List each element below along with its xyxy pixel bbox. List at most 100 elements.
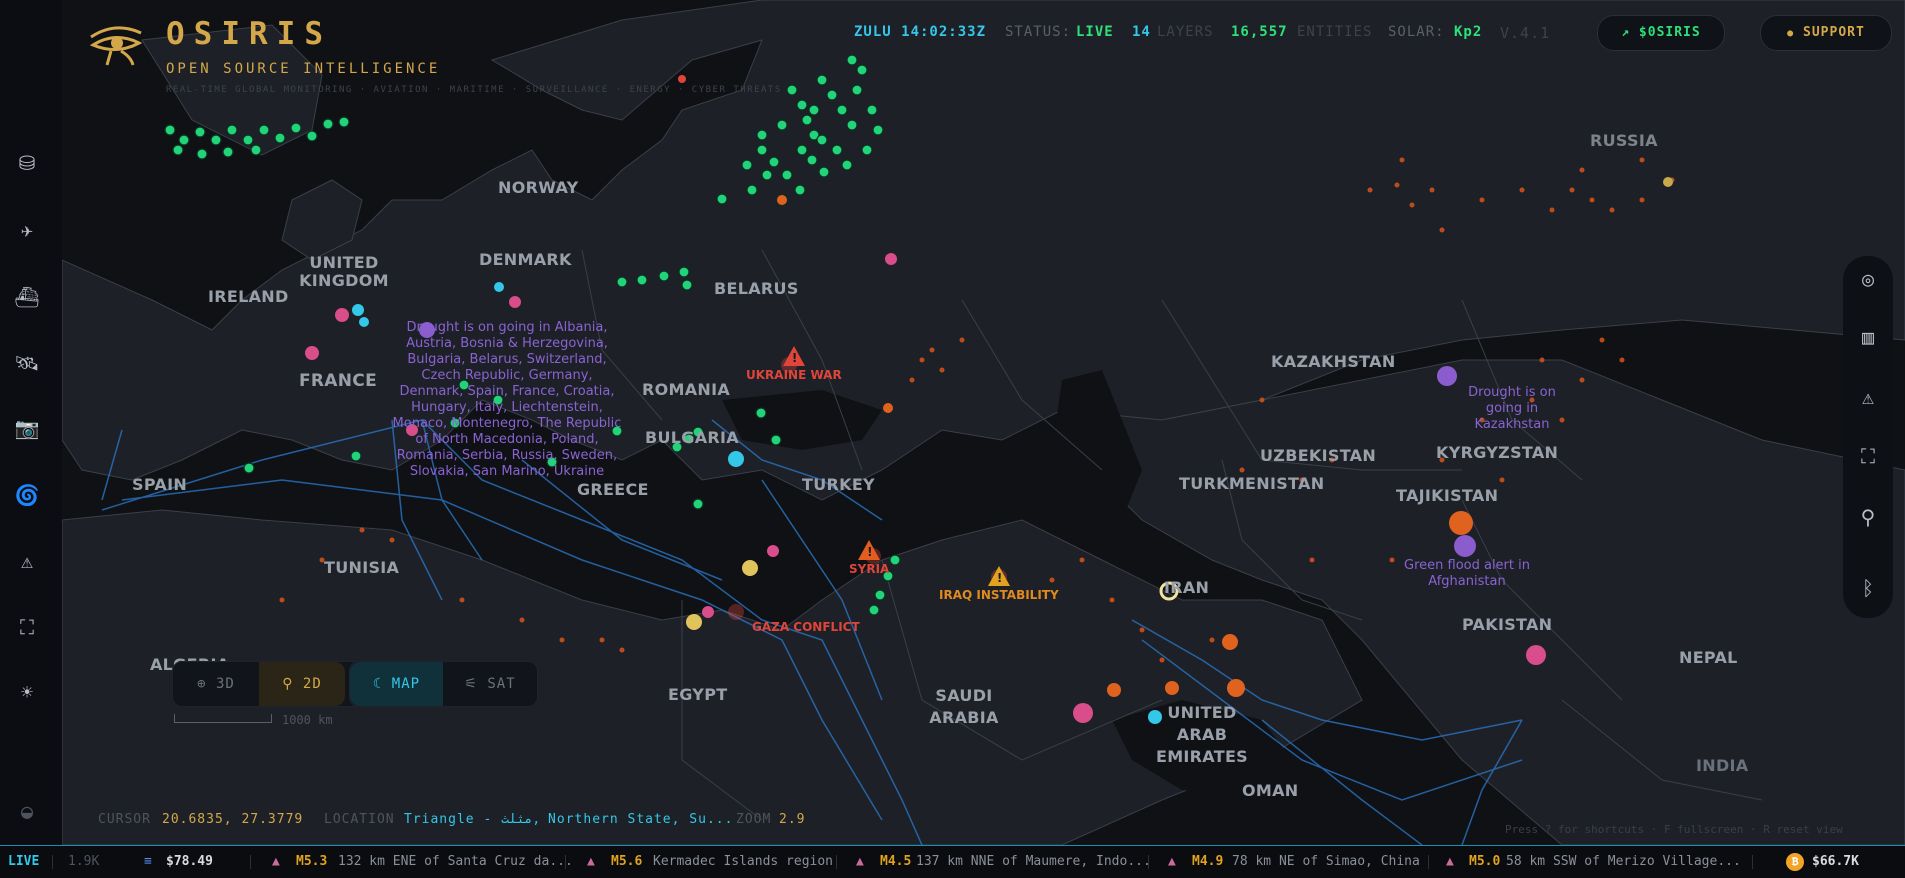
database-icon[interactable]: ⛁ <box>14 150 40 176</box>
basemap-toggle: ☾ MAP ⚟ SAT <box>349 661 538 707</box>
country-label-oman: OMAN <box>1242 781 1299 800</box>
ticker-separator <box>565 855 566 869</box>
hotspot-ukraine-war[interactable]: ! UKRAINE WAR <box>746 346 842 382</box>
network-icon[interactable]: ⛶ <box>14 614 40 640</box>
flat-2d-button[interactable]: ⚲ 2D <box>259 662 345 706</box>
alert-icon[interactable]: ⚠ <box>1855 384 1881 410</box>
dot-icon: ● <box>1787 28 1795 39</box>
layers-count: 14 <box>1132 24 1151 40</box>
hotspot-syria[interactable]: ! SYRIA <box>849 540 889 576</box>
alert-drought-europe[interactable]: Drought is on going in Albania, Austria,… <box>392 320 622 480</box>
country-label-saudi-arabia: SAUDI ARABIA <box>929 686 999 727</box>
solar-label: SOLAR: <box>1388 24 1445 40</box>
eth-price[interactable]: $78.49 <box>166 846 213 878</box>
search-icon[interactable]: ⚲ <box>1855 504 1881 530</box>
cursor-value: 20.6835, 27.3779 <box>162 812 304 827</box>
volcano-icon: ▲ <box>587 854 595 869</box>
entities-label: ENTITIES <box>1297 24 1373 40</box>
quake-location[interactable]: 58 km SSW of Merizo Village... <box>1506 846 1741 878</box>
country-label-turkmenistan: TURKMENISTAN <box>1179 474 1325 493</box>
ticker-separator <box>250 855 251 869</box>
moon-icon: ☾ <box>372 676 383 692</box>
layers-label: LAYERS <box>1157 24 1214 40</box>
support-button[interactable]: ● SUPPORT <box>1760 15 1892 51</box>
satellite-icon[interactable]: 🛰 <box>14 350 40 376</box>
bluetooth-icon[interactable]: ᛒ <box>1855 575 1881 601</box>
country-label-pakistan: PAKISTAN <box>1462 615 1553 634</box>
location-label: LOCATION <box>324 812 395 827</box>
keyboard-hints: Press ? for shortcuts · F fullscreen · R… <box>1505 823 1843 836</box>
country-label-tajikistan: TAJIKISTAN <box>1396 486 1499 505</box>
left-sidebar: ⛁ ✈ ⛴ 🛰 📷 🌀 ⚠ ⛶ ☀ ◒ <box>0 0 62 845</box>
quake-location[interactable]: 78 km NE of Simao, China <box>1232 846 1420 878</box>
satellite-style-button[interactable]: ⚟ SAT <box>443 662 537 706</box>
eth-icon: ≡ <box>144 854 152 869</box>
quake-location[interactable]: Kermadec Islands region <box>653 846 833 878</box>
country-label-bulgaria: BULGARIA <box>645 428 739 447</box>
country-label-spain: SPAIN <box>132 475 188 494</box>
warning-icon[interactable]: ⚠ <box>14 548 40 574</box>
country-label-egypt: EGYPT <box>668 685 728 704</box>
quake-magnitude[interactable]: M5.3 <box>296 846 327 878</box>
country-label-greece: GREECE <box>577 480 649 499</box>
quake-magnitude[interactable]: M5.6 <box>611 846 642 878</box>
hierarchy-icon[interactable]: ⛶ <box>1855 443 1881 469</box>
country-label-uzbekistan: UZBEKISTAN <box>1260 446 1377 465</box>
country-label-uk: UNITED KINGDOM <box>299 253 389 290</box>
map-canvas[interactable]: NORWAY UNITED KINGDOM IRELAND DENMARK BE… <box>62 0 1905 845</box>
warning-icon: ! <box>987 566 1010 586</box>
ticker-separator <box>52 855 53 869</box>
map-pin-icon: ⚲ <box>282 676 294 692</box>
quake-location[interactable]: 137 km NNE of Maumere, Indo... <box>916 846 1151 878</box>
trending-up-icon: ↗ <box>1621 25 1631 40</box>
app-tagline: REAL-TIME GLOBAL MONITORING · AVIATION ·… <box>166 85 782 95</box>
btc-price[interactable]: $66.7K <box>1812 846 1859 878</box>
sun-icon[interactable]: ☀ <box>14 679 40 705</box>
country-label-tunisia: TUNISIA <box>324 558 400 577</box>
country-label-russia: RUSSIA <box>1590 131 1658 150</box>
country-label-nepal: NEPAL <box>1679 648 1738 667</box>
country-label-denmark: DENMARK <box>479 250 572 269</box>
zoom-label: ZOOM <box>736 812 772 827</box>
satellite-icon: ⚟ <box>464 676 478 692</box>
volcano-icon: ▲ <box>1446 854 1454 869</box>
ticker-separator <box>1752 855 1753 869</box>
country-label-kyrgyzstan: KYRGYZSTAN <box>1436 443 1559 462</box>
zoom-value: 2.9 <box>779 812 806 827</box>
alert-drought-kazakhstan[interactable]: Drought is on going in Kazakhstan <box>1452 385 1572 433</box>
country-label-belarus: BELARUS <box>714 279 799 298</box>
quake-magnitude[interactable]: M4.5 <box>880 846 911 878</box>
version-label: V.4.1 <box>1500 24 1551 42</box>
bar-chart-icon[interactable]: ▥ <box>1855 324 1881 350</box>
country-label-uae: UNITED ARAB EMIRATES <box>1155 703 1249 766</box>
map-style-button[interactable]: ☾ MAP <box>350 662 443 706</box>
right-toolbar: ◎ ▥ ⚠ ⛶ ⚲ ᛒ <box>1843 256 1893 618</box>
eye-of-horus-logo <box>89 26 143 66</box>
plane-icon[interactable]: ✈ <box>14 217 40 243</box>
quake-location[interactable]: 132 km ENE of Santa Cruz da... <box>338 846 573 878</box>
storm-icon[interactable]: 🌀 <box>14 482 40 508</box>
country-label-kazakhstan: KAZAKHSTAN <box>1271 352 1396 371</box>
hotspot-gaza-conflict[interactable]: GAZA CONFLICT <box>752 620 860 634</box>
cursor-label: CURSOR <box>98 812 151 827</box>
live-badge: LIVE <box>8 854 40 869</box>
ghost-icon[interactable]: ◒ <box>14 798 40 824</box>
volcano-icon: ▲ <box>272 854 280 869</box>
warning-icon: ! <box>858 540 881 560</box>
warning-icon: ! <box>782 346 805 366</box>
token-button[interactable]: ↗ $0SIRIS <box>1597 15 1725 51</box>
ship-icon[interactable]: ⛴ <box>14 284 40 310</box>
quake-magnitude[interactable]: M4.9 <box>1192 846 1223 878</box>
scale-bar <box>174 714 272 723</box>
ticker-item[interactable]: 1.9K <box>68 846 99 878</box>
alert-flood-afghanistan[interactable]: Green flood alert in Afghanistan <box>1402 558 1532 590</box>
camera-icon[interactable]: 📷 <box>14 415 40 441</box>
hotspot-iraq-instability[interactable]: ! IRAQ INSTABILITY <box>939 566 1059 602</box>
radar-icon[interactable]: ◎ <box>1855 266 1881 292</box>
country-label-india: INDIA <box>1696 756 1749 775</box>
quake-magnitude[interactable]: M5.0 <box>1469 846 1500 878</box>
app-title: OSIRIS <box>166 16 332 52</box>
volcano-icon: ▲ <box>1168 854 1176 869</box>
globe-3d-button[interactable]: ⊕ 3D <box>173 662 259 706</box>
country-label-romania: ROMANIA <box>642 380 731 399</box>
